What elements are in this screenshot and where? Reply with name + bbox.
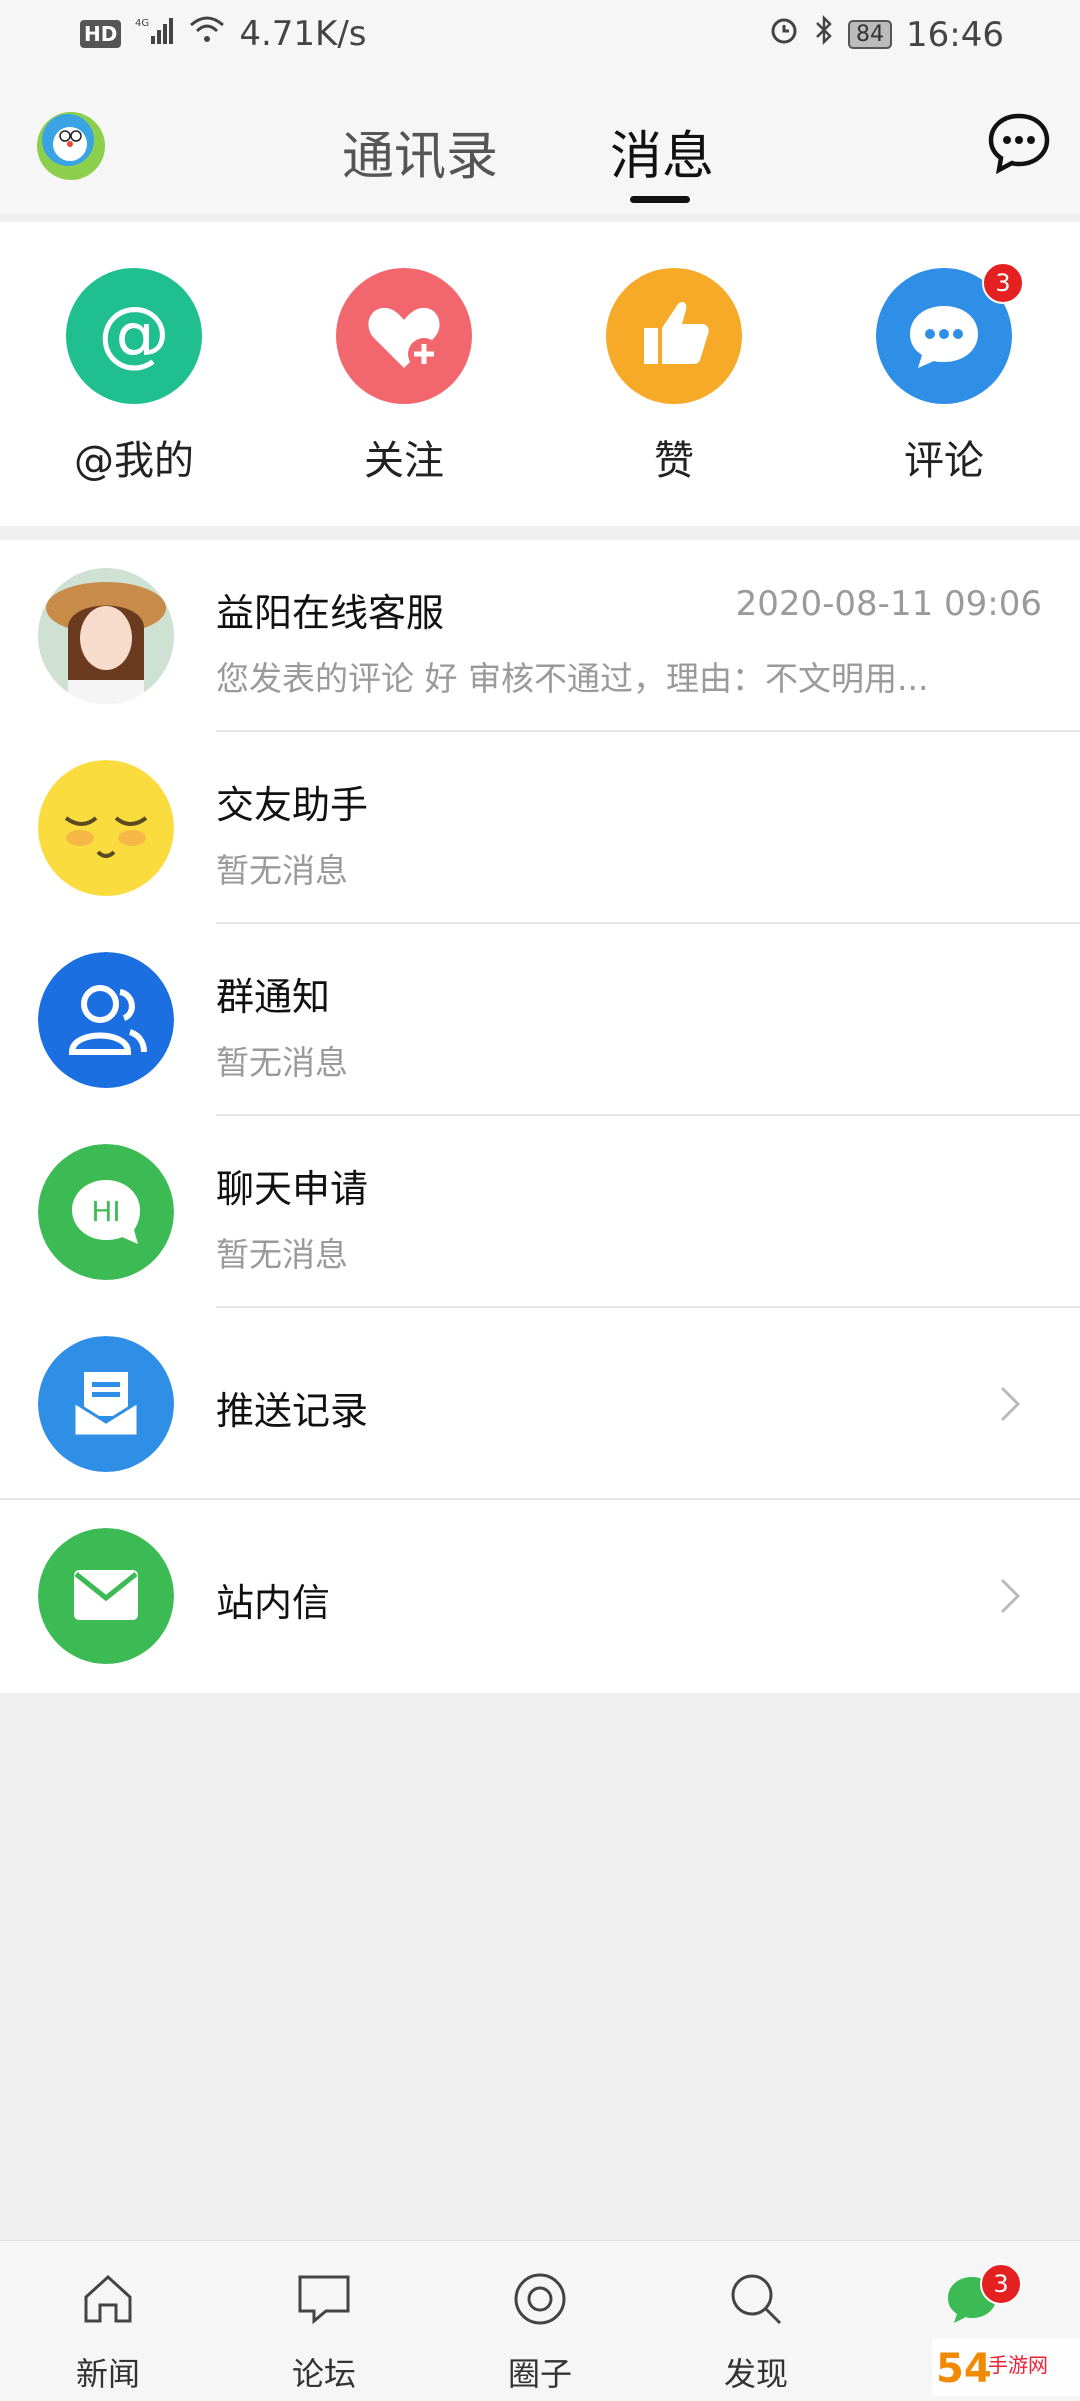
home-icon [80, 2271, 136, 2327]
list-item-friend-helper[interactable]: 交友助手 暂无消息 [0, 732, 1080, 924]
message-preview: 暂无消息 [216, 1235, 348, 1274]
mail-icon [38, 1528, 174, 1664]
group-icon [38, 952, 174, 1088]
inbox-icon [38, 1336, 174, 1472]
quick-action-label: 评论 [904, 438, 984, 484]
quick-action-follow[interactable]: 关注 [304, 268, 504, 486]
network-speed: 4.71K/s [239, 14, 367, 54]
smiley-avatar-icon [38, 760, 174, 896]
list-item-push-history[interactable]: 推送记录 [0, 1308, 1080, 1500]
battery-icon: 84 [848, 20, 893, 49]
nav-label: 圈子 [507, 2355, 572, 2393]
circle-icon [512, 2271, 568, 2327]
list-item-site-mail[interactable]: 站内信 [0, 1500, 1080, 1692]
heart-plus-icon [336, 268, 472, 404]
message-preview: 您发表的评论 好 审核不通过，理由：不文明用... [216, 659, 929, 698]
nav-label: 论坛 [291, 2355, 356, 2393]
message-preview: 暂无消息 [216, 851, 348, 890]
tab-messages[interactable]: 消息 [610, 114, 714, 189]
quick-action-mentions[interactable]: @ @我的 [34, 268, 234, 486]
signal-icon: 4G [135, 16, 175, 52]
hd-badge: HD [80, 20, 122, 48]
status-right: 84 16:46 [768, 14, 1004, 55]
quick-action-label: 赞 [654, 438, 694, 484]
avatar [38, 568, 174, 704]
status-bar: HD 4G 4.71K/s 84 16:46 [0, 0, 1080, 74]
at-icon: @ [66, 268, 202, 404]
nav-label: 发现 [723, 2355, 788, 2393]
app-logo-icon[interactable] [32, 104, 110, 182]
message-preview: 暂无消息 [216, 1043, 348, 1082]
nav-discover[interactable]: 发现 [676, 2241, 836, 2401]
wifi-icon [189, 14, 225, 54]
active-tab-indicator [630, 196, 690, 203]
svg-text:54: 54 [936, 2346, 992, 2392]
forum-icon [296, 2271, 352, 2327]
comment-badge: 3 [982, 262, 1024, 304]
network-type-label: 4G [135, 18, 149, 29]
comment-icon: 3 [876, 262, 1024, 404]
bluetooth-icon [814, 14, 834, 55]
message-title: 益阳在线客服 [216, 591, 445, 635]
chevron-right-icon [998, 1576, 1022, 1616]
chat-bubble-icon[interactable] [986, 110, 1052, 176]
chevron-right-icon [998, 1384, 1022, 1424]
message-list: 益阳在线客服 2020-08-11 09:06 您发表的评论 好 审核不通过，理… [0, 540, 1080, 1693]
quick-actions-panel: @ @我的 关注 赞 3 评论 [0, 222, 1080, 526]
bottom-nav: 新闻 论坛 圈子 发现 3 [0, 2240, 1080, 2401]
hi-bubble-icon: HI [38, 1144, 174, 1280]
search-icon [728, 2271, 784, 2327]
quick-action-label: 关注 [364, 438, 444, 484]
watermark-logo: 54 手游网 [932, 2338, 1080, 2396]
svg-text:@: @ [98, 291, 170, 375]
message-title: 聊天申请 [216, 1167, 369, 1211]
list-item-group-notice[interactable]: 群通知 暂无消息 [0, 924, 1080, 1116]
message-time: 2020-08-11 09:06 [735, 584, 1042, 624]
top-bar: 通讯录 消息 [0, 74, 1080, 214]
clock: 16:46 [906, 14, 1004, 55]
status-left: HD 4G 4.71K/s [80, 14, 367, 54]
message-title: 站内信 [216, 1581, 331, 1625]
quick-action-comments[interactable]: 3 评论 [844, 262, 1044, 486]
messages-badge: 3 [980, 2263, 1022, 2305]
message-title: 交友助手 [216, 783, 369, 827]
message-title: 群通知 [216, 975, 331, 1019]
hi-text: HI [91, 1195, 120, 1228]
tab-contacts[interactable]: 通讯录 [342, 114, 498, 189]
nav-label: 新闻 [75, 2355, 140, 2393]
alarm-icon [768, 14, 800, 55]
list-item-customer-service[interactable]: 益阳在线客服 2020-08-11 09:06 您发表的评论 好 审核不通过，理… [0, 540, 1080, 732]
message-title: 推送记录 [216, 1389, 369, 1433]
quick-action-label: @我的 [74, 438, 194, 484]
nav-circle[interactable]: 圈子 [460, 2241, 620, 2401]
nav-forum[interactable]: 论坛 [244, 2241, 404, 2401]
thumbs-up-icon [606, 268, 742, 404]
quick-action-likes[interactable]: 赞 [574, 268, 774, 486]
list-item-chat-request[interactable]: HI 聊天申请 暂无消息 [0, 1116, 1080, 1308]
svg-text:手游网: 手游网 [988, 2353, 1048, 2377]
nav-news[interactable]: 新闻 [28, 2241, 188, 2401]
